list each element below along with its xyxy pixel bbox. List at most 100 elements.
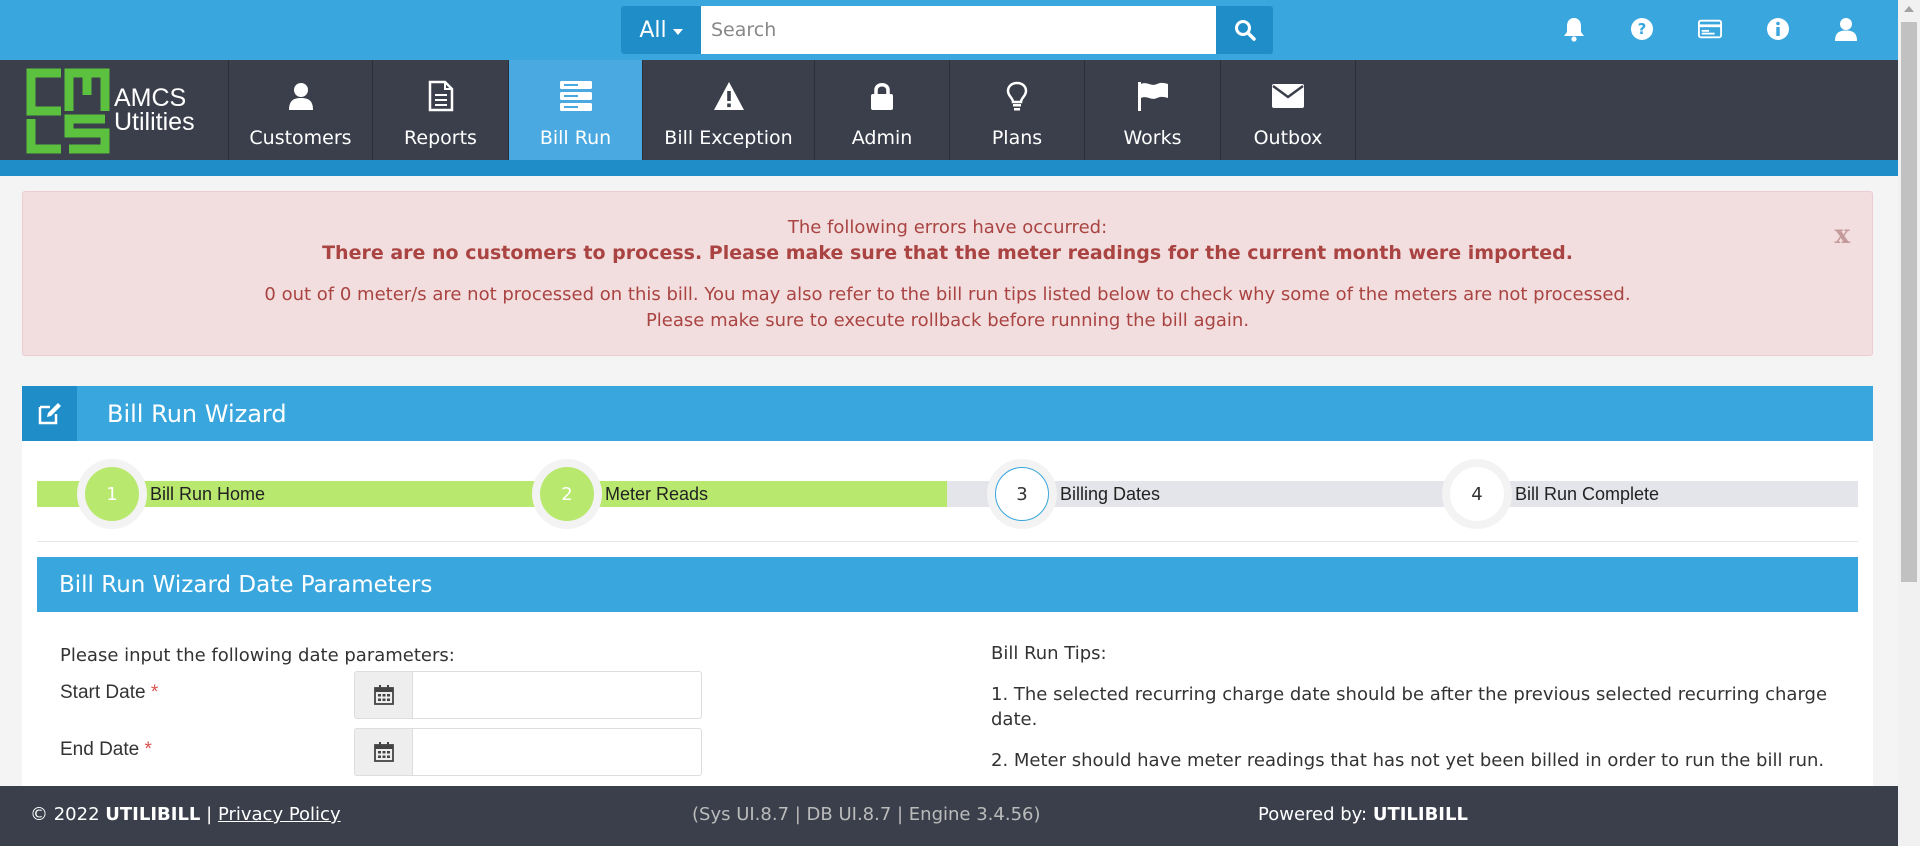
nav-works-label: Works xyxy=(1123,127,1182,149)
flag-icon xyxy=(1137,82,1168,111)
amcs-logo[interactable]: AMCS Utilities xyxy=(0,60,229,160)
info-button[interactable] xyxy=(1766,15,1790,43)
nav-customers-label: Customers xyxy=(249,127,352,149)
end-date-label: End Date * xyxy=(60,739,152,761)
footer-powered-by: Powered by: UTILIBILL xyxy=(1258,804,1468,825)
page-scrollbar[interactable] xyxy=(1898,0,1920,846)
alert-close-button[interactable]: x xyxy=(1834,220,1850,250)
billing-card-button[interactable] xyxy=(1698,15,1722,43)
tips-title: Bill Run Tips: xyxy=(991,643,1107,664)
required-marker: * xyxy=(144,739,152,760)
search-category-dropdown[interactable]: All xyxy=(621,6,701,54)
bell-icon xyxy=(1564,18,1584,42)
nav-outbox-label: Outbox xyxy=(1253,127,1323,149)
start-date-calendar-button[interactable] xyxy=(354,671,412,719)
end-date-calendar-button[interactable] xyxy=(354,728,412,776)
start-date-input[interactable] xyxy=(412,671,702,719)
edit-icon xyxy=(38,402,61,424)
logo-text: AMCS Utilities xyxy=(114,84,195,136)
wizard-step-4[interactable]: 4 Bill Run Complete xyxy=(1402,459,1858,529)
alert-main-error: There are no customers to process. Pleas… xyxy=(322,242,1573,264)
logo-line-2: Utilities xyxy=(114,108,195,136)
top-bar: All ? xyxy=(0,0,1898,60)
search-group: All xyxy=(621,6,1273,54)
search-input[interactable] xyxy=(701,6,1216,54)
nav-customers[interactable]: Customers xyxy=(229,60,373,160)
scroll-up-arrow-icon[interactable] xyxy=(1904,6,1914,12)
search-button[interactable] xyxy=(1216,6,1273,54)
wizard-step-2[interactable]: 2 Meter Reads xyxy=(492,459,947,529)
nav-admin[interactable]: Admin xyxy=(815,60,950,160)
user-menu-button[interactable] xyxy=(1834,15,1858,43)
alert-detail: 0 out of 0 meter/s are not processed on … xyxy=(264,284,1631,305)
nav-outbox[interactable]: Outbox xyxy=(1221,60,1356,160)
envelope-icon xyxy=(1272,84,1304,108)
card-icon xyxy=(1698,19,1722,39)
footer-versions: (Sys UI.8.7 | DB UI.8.7 | Engine 3.4.56) xyxy=(692,804,1041,825)
calendar-icon xyxy=(373,685,394,705)
nav-plans-label: Plans xyxy=(991,127,1043,149)
start-date-label-text: Start Date xyxy=(60,682,146,703)
footer-copyright: © 2022 UTILIBILL | Privacy Policy xyxy=(30,804,341,825)
powered-by-label: Powered by: xyxy=(1258,804,1368,825)
step-label: Bill Run Home xyxy=(150,484,266,504)
steps-divider xyxy=(37,541,1858,542)
end-date-group xyxy=(354,728,702,776)
bill-run-tips: Bill Run Tips: 1. The selected recurring… xyxy=(991,641,1841,789)
search-icon xyxy=(1234,20,1256,41)
tip-item: 2. Meter should have meter readings that… xyxy=(991,750,1825,771)
footer: © 2022 UTILIBILL | Privacy Policy (Sys U… xyxy=(0,786,1898,846)
alert-rollback-note: Please make sure to execute rollback bef… xyxy=(645,310,1250,331)
required-marker: * xyxy=(150,682,159,703)
logo-line-1: AMCS xyxy=(114,84,187,112)
form-intro: Please input the following date paramete… xyxy=(60,645,455,666)
copyright-text: © 2022 xyxy=(30,804,100,825)
nav-bill-exception[interactable]: Bill Exception xyxy=(643,60,815,160)
step-number: 4 xyxy=(1450,467,1504,521)
end-date-input[interactable] xyxy=(412,728,702,776)
top-icon-bar: ? xyxy=(1562,15,1858,43)
end-date-label-text: End Date xyxy=(60,739,140,760)
warning-icon xyxy=(713,82,744,110)
calendar-icon xyxy=(373,742,394,762)
step-label: Bill Run Complete xyxy=(1515,484,1660,504)
nav-works[interactable]: Works xyxy=(1085,60,1221,160)
nav-reports-label: Reports xyxy=(404,127,477,149)
wizard-step-1[interactable]: 1 Bill Run Home xyxy=(37,459,492,529)
nav-reports[interactable]: Reports xyxy=(373,60,509,160)
info-icon xyxy=(1767,18,1789,40)
notifications-button[interactable] xyxy=(1562,15,1586,43)
svg-text:?: ? xyxy=(1638,20,1647,38)
user-icon xyxy=(288,83,313,110)
user-icon xyxy=(1835,18,1857,41)
step-number: 1 xyxy=(85,467,139,521)
wizard-step-3[interactable]: 3 Billing Dates xyxy=(947,459,1402,529)
footer-brand: UTILIBILL xyxy=(105,804,201,825)
wizard-steps: 1 Bill Run Home 2 Meter Reads 3 Billing … xyxy=(37,459,1858,529)
start-date-label: Start Date * xyxy=(60,682,158,704)
wizard-header: Bill Run Wizard xyxy=(22,386,1873,441)
scroll-thumb[interactable] xyxy=(1901,22,1917,582)
help-button[interactable]: ? xyxy=(1630,15,1654,43)
alert-heading: The following errors have occurred: xyxy=(787,217,1108,238)
search-category-label: All xyxy=(639,17,667,43)
logo-mark xyxy=(26,68,110,154)
privacy-policy-link[interactable]: Privacy Policy xyxy=(218,804,341,825)
step-number: 2 xyxy=(540,467,594,521)
lightbulb-icon xyxy=(1006,81,1028,111)
wizard-header-icon-box xyxy=(22,386,77,441)
start-date-group xyxy=(354,671,702,719)
step-number: 3 xyxy=(995,467,1049,521)
date-parameters-header: Bill Run Wizard Date Parameters xyxy=(37,557,1858,612)
nav-bill-run[interactable]: Bill Run xyxy=(509,60,643,160)
question-icon: ? xyxy=(1631,18,1653,40)
footer-separator: | xyxy=(206,804,213,825)
nav-plans[interactable]: Plans xyxy=(950,60,1085,160)
wizard-title: Bill Run Wizard xyxy=(107,399,287,428)
nav-admin-label: Admin xyxy=(851,127,913,149)
server-icon xyxy=(559,81,592,111)
bill-run-wizard: Bill Run Wizard 1 Bill Run Home 2 Meter … xyxy=(22,386,1873,786)
step-label: Meter Reads xyxy=(605,484,709,504)
step-label: Billing Dates xyxy=(1060,484,1161,504)
main-nav: AMCS Utilities Customers Reports Bill Ru… xyxy=(0,60,1898,160)
